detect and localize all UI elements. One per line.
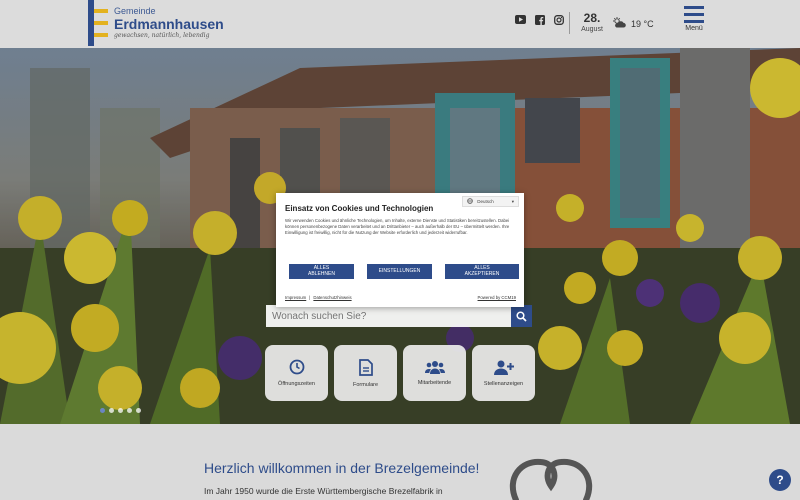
settings-label: EINSTELLUNGEN <box>378 267 421 274</box>
tile-label: Formulare <box>352 381 379 388</box>
site-header: Gemeinde Erdmannhausen gewachsen, natürl… <box>0 0 800 48</box>
clock-icon <box>289 359 304 375</box>
logo-name: Erdmannhausen <box>114 16 224 32</box>
date-month: August <box>581 26 603 33</box>
tile-job-offers[interactable]: Stellenanzeigen <box>472 345 535 401</box>
tile-label: Stellenanzeigen <box>483 380 524 387</box>
quick-links: Öffnungszeiten Formulare Mitarbeitende S… <box>265 345 535 401</box>
welcome-heading: Herzlich willkommen in der Brezelgemeind… <box>204 460 480 476</box>
imprint-link[interactable]: Impressum <box>285 295 306 300</box>
slider-dot[interactable] <box>118 408 123 413</box>
weather-widget: 19 °C <box>612 15 654 33</box>
tile-forms[interactable]: Formulare <box>334 345 397 401</box>
site-logo[interactable]: Gemeinde Erdmannhausen gewachsen, natürl… <box>88 0 224 46</box>
language-label: Deutsch <box>477 199 494 204</box>
slider-dot[interactable] <box>136 408 141 413</box>
cookie-consent-dialog: Deutsch ▾ Einsatz von Cookies und Techno… <box>276 193 524 307</box>
temperature: 19 °C <box>631 19 654 29</box>
user-plus-icon <box>493 360 514 375</box>
tile-label: Öffnungszeiten <box>278 381 315 387</box>
search-button[interactable] <box>511 305 532 327</box>
pretzel-icon <box>509 458 593 500</box>
tile-staff[interactable]: Mitarbeitende <box>403 345 466 401</box>
tile-label: Mitarbeitende <box>417 380 452 386</box>
slider-dot[interactable] <box>100 408 105 413</box>
reject-all-button[interactable]: ALLES ABLEHNEN <box>289 264 354 279</box>
date-day: 28. <box>583 11 601 25</box>
partly-cloudy-icon <box>612 15 626 33</box>
cookie-text: Wir verwenden Cookies und ähnliche Techn… <box>285 218 510 236</box>
logo-tagline: gewachsen, natürlich, lebendig <box>114 32 210 39</box>
settings-button[interactable]: EINSTELLUNGEN <box>367 264 432 279</box>
language-select[interactable]: Deutsch ▾ <box>462 196 519 207</box>
chevron-down-icon: ▾ <box>511 198 514 204</box>
social-links <box>515 14 564 25</box>
instagram-icon[interactable] <box>553 14 564 25</box>
tile-opening-hours[interactable]: Öffnungszeiten <box>265 345 328 401</box>
people-icon <box>424 361 445 374</box>
powered-by-link[interactable]: Powered by CCM19 <box>478 295 516 300</box>
menu-label: Menü <box>685 25 703 32</box>
youtube-icon[interactable] <box>515 14 526 25</box>
link-separator: | <box>309 295 311 300</box>
facebook-icon[interactable] <box>534 14 545 25</box>
reject-label-line2: ABLEHNEN <box>308 270 335 277</box>
privacy-link[interactable]: Datenschutzhinweis <box>313 295 351 300</box>
document-icon <box>358 358 373 376</box>
header-divider <box>569 12 570 34</box>
welcome-section: Herzlich willkommen in der Brezelgemeind… <box>0 424 800 500</box>
search-icon <box>516 310 527 322</box>
logo-mark-icon <box>88 0 110 46</box>
accept-all-button[interactable]: ALLES AKZEPTIEREN <box>445 264 519 279</box>
hamburger-icon <box>684 6 704 9</box>
welcome-text: Im Jahr 1950 wurde die Erste Württemberg… <box>204 486 443 496</box>
slider-dot[interactable] <box>109 408 114 413</box>
cookie-title: Einsatz von Cookies und Technologien <box>285 204 434 213</box>
slider-dot[interactable] <box>127 408 132 413</box>
globe-icon <box>467 198 474 205</box>
help-button[interactable]: ? <box>769 469 791 491</box>
current-date: 28. August <box>578 12 606 33</box>
menu-button[interactable]: Menü <box>682 6 706 32</box>
search-input[interactable] <box>266 305 511 327</box>
logo-prefix: Gemeinde <box>114 6 156 16</box>
site-search <box>266 305 532 327</box>
slider-pagination <box>100 408 141 413</box>
accept-label-line2: AKZEPTIEREN <box>464 270 500 277</box>
